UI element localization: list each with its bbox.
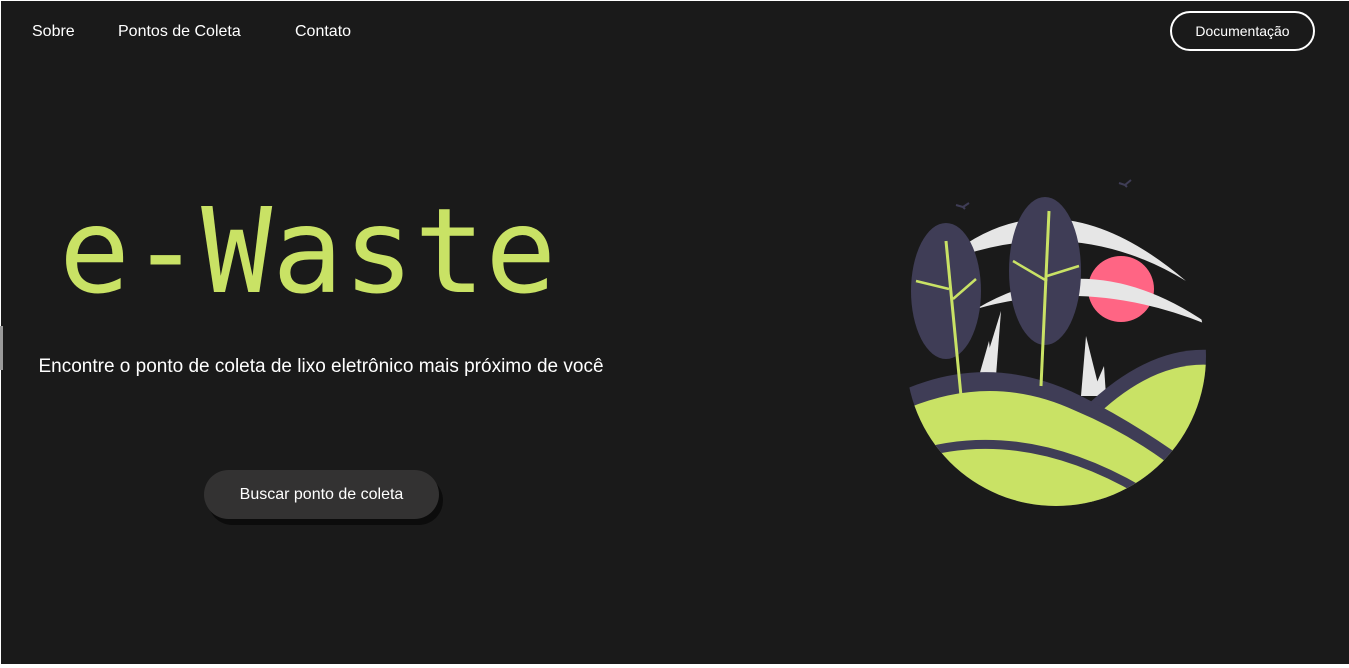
top-navigation: Sobre Pontos de Coleta Contato Documenta… [1,1,1349,67]
hero-subtitle: Encontre o ponto de coleta de lixo eletr… [38,356,604,377]
page: Sobre Pontos de Coleta Contato Documenta… [1,1,1349,664]
nav-link-sobre[interactable]: Sobre [32,23,75,41]
nature-landscape-illustration [906,179,1206,506]
bird-icon [1118,179,1132,188]
bird-icon [955,202,970,210]
hero-title: e-Waste [59,182,557,320]
nav-link-contato[interactable]: Contato [295,23,351,41]
find-collection-point-button[interactable]: Buscar ponto de coleta [204,470,439,519]
documentation-button[interactable]: Documentação [1170,11,1315,51]
scroll-handle[interactable] [0,326,3,370]
nav-link-pontos-de-coleta[interactable]: Pontos de Coleta [118,23,241,41]
